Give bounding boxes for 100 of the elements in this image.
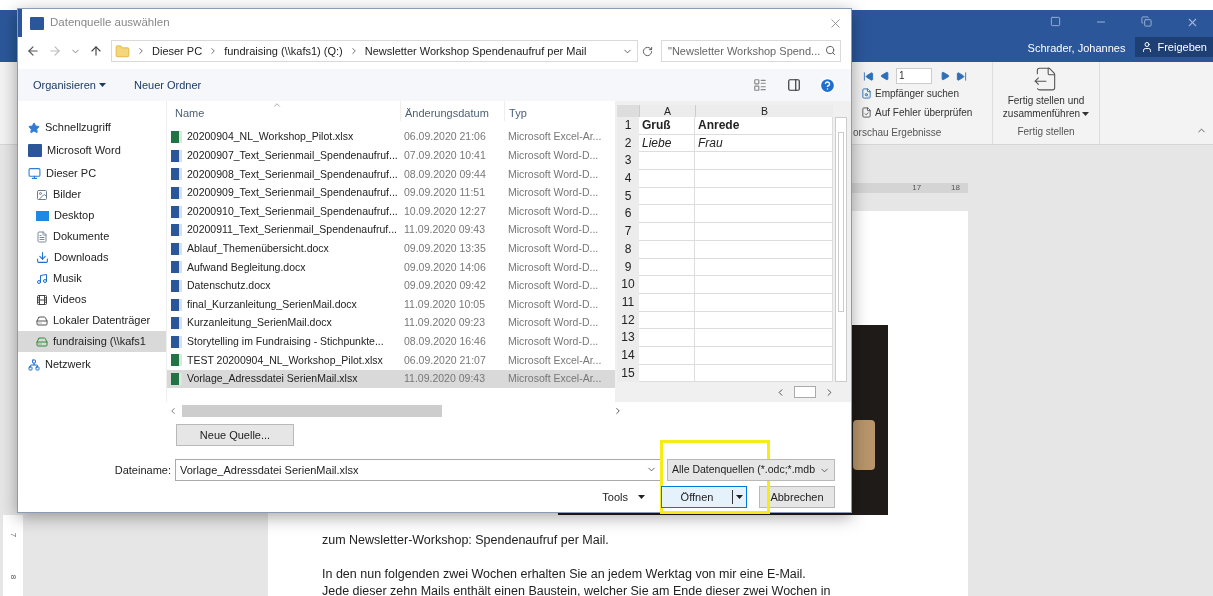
column-header[interactable]: Änderungsdatum (400, 100, 504, 122)
scroll-right-icon[interactable] (613, 406, 623, 416)
scroll-thumb[interactable] (838, 132, 844, 312)
document-file-icon (171, 317, 182, 330)
nav-item[interactable]: Musik (18, 268, 166, 289)
file-row[interactable]: TEST 20200904_NL_Workshop_Pilot.xlsx 06.09.2020 21:07 Microsoft Excel-Ar... (167, 351, 615, 370)
spreadsheet-file-icon (171, 373, 182, 385)
column-header[interactable]: Name (167, 100, 400, 122)
find-recipient-button[interactable]: Empfänger suchen (853, 86, 992, 101)
file-row[interactable]: 20200911_Text_Serienmail_Spendenaufruf... 11.09.2020 09:43 Microsoft Word-D... (167, 220, 615, 240)
sheet-cell (639, 152, 695, 171)
ruler-number: 8 (8, 574, 19, 580)
document-text: Jede dieser zehn Mails enthält einen Baustein, welcher Sie am Ende dieser zwei Wochen in (322, 582, 832, 596)
ruler-number: 18 (951, 182, 960, 194)
address-bar[interactable]: Dieser PC fundraising (\\kafs1) (Q:) Newsletter Workshop Spendenaufruf per Mail (111, 40, 638, 62)
file-row[interactable]: 20200908_Text_Serienmail_Spendenaufruf... 08.09.2020 09:44 Microsoft Word-D... (167, 165, 615, 184)
file-name: 20200908_Text_Serienmail_Spendenaufruf... (187, 166, 398, 182)
file-row[interactable]: 20200909_Text_Serienmail_Spendenaufruf... 09.09.2020 11:51 Microsoft Word-D... (167, 183, 615, 203)
last-record-icon[interactable] (956, 70, 967, 82)
document-file-icon (171, 298, 182, 311)
next-record-icon[interactable] (940, 71, 950, 81)
file-row[interactable]: 20200907_Text_Serienmail_Spendenaufruf... 07.09.2020 10:41 Microsoft Word-D... (167, 146, 615, 166)
view-options-icon[interactable] (753, 78, 767, 92)
document-file-icon (171, 187, 182, 200)
scrollbar[interactable] (835, 117, 847, 382)
open-button[interactable]: Öffnen (661, 486, 747, 508)
tools-button[interactable]: Tools (602, 488, 645, 506)
nav-item[interactable]: fundraising (\\kafs1 (18, 331, 166, 352)
ribbon-display-icon[interactable] (1050, 16, 1061, 27)
user-name[interactable]: Schrader, Johannes (1027, 39, 1136, 57)
sheet-scrollbar[interactable] (794, 386, 816, 398)
column-header[interactable]: Typ (504, 100, 609, 122)
spreadsheet-file-icon (171, 354, 182, 367)
nav-item[interactable]: Netzwerk (18, 354, 166, 375)
nav-item[interactable]: Bilder (18, 184, 166, 205)
nav-item[interactable]: Downloads (18, 247, 166, 268)
nav-item[interactable]: Videos (18, 289, 166, 310)
ruler-number: 17 (912, 182, 922, 194)
check-errors-button[interactable]: Auf Fehler überprüfen (853, 105, 992, 120)
nav-item[interactable]: Desktop (18, 205, 166, 226)
sheet-cell (639, 276, 695, 294)
nav-item[interactable]: Schnellzugriff (18, 117, 166, 138)
finish-merge-button[interactable]: Fertig stellen und zusammenführen (1001, 94, 1091, 120)
breadcrumb[interactable]: Newsletter Workshop Spendenaufruf per Mail (364, 42, 587, 60)
file-name: Vorlage_Adressdatei SerienMail.xlsx (187, 371, 358, 387)
document-file-icon (171, 168, 182, 181)
monitor-icon (28, 167, 41, 180)
breadcrumb[interactable]: fundraising (\\kafs1) (Q:) (224, 42, 343, 60)
file-type-dropdown[interactable]: Alle Datenquellen (*.odc;*.mdb (667, 459, 835, 481)
organize-button[interactable]: Organisieren (33, 76, 106, 94)
file-row[interactable]: Datenschutz.docx 09.09.2020 09:42 Microsoft Word-D... (167, 276, 615, 296)
file-row[interactable]: 20200910_Text_Serienmail_Spendenaufruf... 10.09.2020 12:27 Microsoft Word-D... (167, 202, 615, 221)
file-row[interactable]: 20200904_NL_Workshop_Pilot.xlsx 06.09.2020 21:06 Microsoft Excel-Ar... (167, 128, 615, 147)
file-date: 06.09.2020 21:06 (403, 129, 487, 145)
file-date: 09.09.2020 09:42 (403, 278, 487, 294)
nav-item[interactable]: Microsoft Word (18, 140, 166, 161)
record-field[interactable]: 1 (896, 68, 932, 84)
refresh-icon[interactable] (642, 45, 653, 57)
document-text: In den nun folgenden zwei Wochen erhalten Sie an jedem Werktag von mir eine E-Mail. (322, 565, 807, 583)
new-source-button[interactable]: Neue Quelle... (176, 424, 294, 446)
nav-item[interactable]: Lokaler Datenträger (18, 310, 166, 331)
help-icon[interactable] (819, 76, 836, 94)
share-button[interactable]: Freigeben (1135, 37, 1213, 57)
document-file-icon (171, 242, 182, 255)
scroll-left-icon[interactable] (168, 406, 178, 416)
file-row[interactable]: Vorlage_Adressdatei SerienMail.xlsx 11.09.2020 09:43 Microsoft Excel-Ar... (167, 369, 615, 389)
file-row[interactable]: Ablauf_Themenübersicht.docx 09.09.2020 13:35 Microsoft Word-D... (167, 239, 615, 259)
first-record-icon[interactable] (863, 70, 874, 82)
scroll-thumb[interactable] (182, 405, 442, 417)
forward-icon[interactable] (48, 44, 62, 58)
file-row[interactable]: final_Kurzanleitung_SerienMail.docx 11.09.2020 10:05 Microsoft Word-D... (167, 295, 615, 314)
dialog-title: Datenquelle auswählen (50, 15, 170, 31)
restore-icon[interactable] (1141, 16, 1152, 27)
cancel-button[interactable]: Abbrechen (759, 486, 835, 508)
breadcrumb[interactable]: Dieser PC (152, 42, 203, 60)
file-row[interactable]: Storytelling im Fundraising - Stichpunkte... 08.09.2020 16:46 Microsoft Word-D... (167, 332, 615, 352)
file-row[interactable]: Aufwand Begleitung.docx 09.09.2020 14:06 Microsoft Word-D... (167, 258, 615, 277)
filename-field[interactable]: Vorlage_Adressdatei SerienMail.xlsx (175, 459, 661, 481)
nav-item[interactable]: Dieser PC (18, 163, 166, 184)
document-file-icon (171, 149, 182, 162)
field-label: Dateiname: (113, 462, 172, 478)
preview-pane-icon[interactable] (787, 78, 801, 92)
horizontal-scrollbar[interactable] (168, 404, 623, 418)
file-date: 10.09.2020 12:27 (403, 203, 487, 219)
file-name: 20200909_Text_Serienmail_Spendenaufruf... (187, 185, 398, 201)
app-icon (30, 16, 44, 30)
search-field[interactable]: "Newsletter Workshop Spend... (661, 40, 841, 62)
file-name: 20200910_Text_Serienmail_Spendenaufruf... (187, 203, 398, 219)
back-icon[interactable] (26, 44, 40, 58)
file-type: Microsoft Word-D... (507, 241, 600, 256)
file-row[interactable]: Kurzanleitung_SerienMail.docx 11.09.2020 09:23 Microsoft Word-D... (167, 313, 615, 333)
up-icon[interactable] (89, 44, 103, 58)
previous-record-icon[interactable] (880, 71, 890, 81)
file-date: 09.09.2020 11:51 (403, 185, 486, 201)
file-date: 06.09.2020 21:07 (403, 352, 487, 368)
nav-item[interactable]: Dokumente (18, 226, 166, 247)
close-icon[interactable] (1186, 16, 1199, 29)
file-name: Ablauf_Themenübersicht.docx (187, 241, 329, 256)
new-folder-button[interactable]: Neuer Ordner (134, 76, 202, 94)
file-date: 08.09.2020 09:44 (403, 166, 487, 182)
